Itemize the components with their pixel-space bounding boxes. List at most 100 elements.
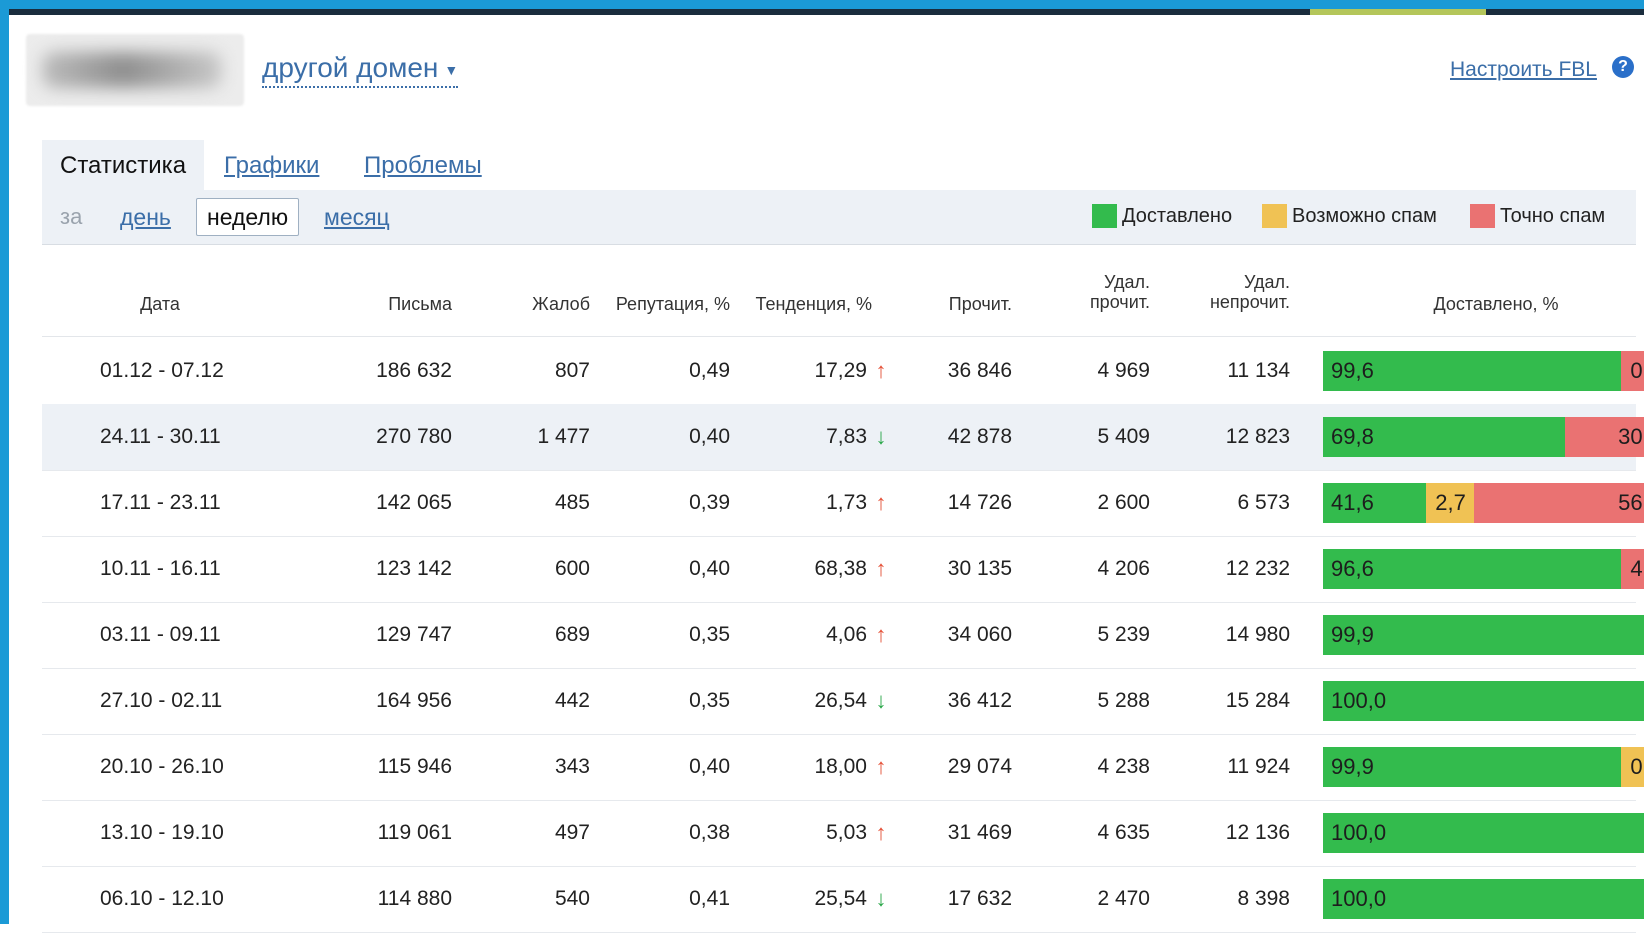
bar-segment-delivered-label: 69,8: [1331, 417, 1374, 457]
bar-segment-delivered: 96,6: [1323, 549, 1621, 589]
table-row[interactable]: 20.10 - 26.10115 9463430,4018,0029 0744 …: [42, 734, 1636, 801]
period-week[interactable]: неделю: [196, 198, 299, 236]
cell-read: 36 846: [902, 358, 1012, 384]
table-row[interactable]: 01.12 - 07.12186 6328070,4917,2936 8464 …: [42, 338, 1636, 405]
bar-segment-delivered-label: 41,6: [1331, 483, 1374, 523]
bar-segment-delivered: 100,0: [1323, 879, 1644, 919]
cell-trend: 26,54: [762, 688, 867, 714]
table-row[interactable]: 24.11 - 30.11270 7801 4770,407,8342 8785…: [42, 404, 1636, 471]
cell-letters: 123 142: [312, 556, 452, 582]
bar-segment-delivered-label: 99,9: [1331, 747, 1374, 787]
cell-deleted-unread: 11 134: [1162, 358, 1290, 384]
cell-read: 42 878: [902, 424, 1012, 450]
bar-segment-delivered-label: 100,0: [1331, 879, 1386, 919]
arrow-up-icon: ↑: [872, 358, 890, 384]
header-deleted-read-1: Удал.: [1032, 272, 1150, 292]
cell-letters: 114 880: [312, 886, 452, 912]
cell-reputation: 0,40: [602, 424, 730, 450]
window-frame-top: [0, 0, 1644, 9]
cell-trend: 7,83: [762, 424, 867, 450]
cell-date: 20.10 - 26.10: [100, 754, 220, 780]
domain-name-blurred-text: [42, 52, 222, 88]
bar-segment-delivered-label: 99,6: [1331, 351, 1374, 391]
header-reputation: Репутация, %: [602, 294, 730, 314]
period-day[interactable]: день: [120, 204, 171, 231]
cell-complaints: 540: [472, 886, 590, 912]
delivery-bar: 41,62,756,4: [1323, 483, 1644, 523]
cell-letters: 119 061: [312, 820, 452, 846]
configure-fbl-link[interactable]: Настроить FBL: [1450, 58, 1597, 82]
bar-segment-spam: 56,4: [1474, 483, 1644, 523]
cell-reputation: 0,41: [602, 886, 730, 912]
arrow-up-icon: ↑: [872, 490, 890, 516]
domain-dropdown[interactable]: другой домен▼: [262, 52, 458, 88]
delivery-bar: 99,9: [1323, 615, 1644, 655]
cell-complaints: 689: [472, 622, 590, 648]
bar-segment-maybe-spam-label: 0,2: [1630, 747, 1644, 787]
header-delivered: Доставлено, %: [1323, 294, 1644, 314]
cell-complaints: 343: [472, 754, 590, 780]
cell-read: 29 074: [902, 754, 1012, 780]
cell-deleted-unread: 12 823: [1162, 424, 1290, 450]
bar-segment-delivered: 99,9: [1323, 615, 1644, 655]
bar-segment-delivered: 100,0: [1323, 813, 1644, 853]
arrow-down-icon: ↓: [872, 424, 890, 450]
table-row[interactable]: 10.11 - 16.11123 1426000,4068,3830 1354 …: [42, 536, 1636, 603]
cell-trend: 5,03: [762, 820, 867, 846]
header-date: Дата: [100, 294, 220, 314]
arrow-up-icon: ↑: [872, 622, 890, 648]
arrow-up-icon: ↑: [872, 556, 890, 582]
top-bar-accent: [1310, 9, 1486, 15]
window-frame-left: [0, 0, 9, 924]
delivery-bar: 99,9 0,2: [1323, 747, 1644, 787]
help-icon[interactable]: ?: [1612, 56, 1634, 78]
cell-deleted-unread: 15 284: [1162, 688, 1290, 714]
cell-read: 36 412: [902, 688, 1012, 714]
delivery-bar: 100,0: [1323, 879, 1644, 919]
cell-trend: 18,00: [762, 754, 867, 780]
header-trend: Тенденция, %: [742, 294, 872, 314]
cell-deleted-unread: 11 924: [1162, 754, 1290, 780]
table-row[interactable]: 13.10 - 19.10119 0614970,385,0331 4694 6…: [42, 800, 1636, 867]
table-row[interactable]: 06.10 - 12.10114 8805400,4125,5417 6322 …: [42, 866, 1636, 933]
cell-trend: 4,06: [762, 622, 867, 648]
cell-deleted-read: 5 288: [1032, 688, 1150, 714]
tab-statistics[interactable]: Статистика: [42, 140, 204, 192]
header-complaints: Жалоб: [472, 294, 590, 314]
tab-problems[interactable]: Проблемы: [364, 140, 482, 192]
header-read: Прочит.: [902, 294, 1012, 314]
cell-complaints: 442: [472, 688, 590, 714]
table-row[interactable]: 03.11 - 09.11129 7476890,354,0634 0605 2…: [42, 602, 1636, 669]
cell-deleted-read: 2 600: [1032, 490, 1150, 516]
delivery-bar: 100,0: [1323, 813, 1644, 853]
cell-reputation: 0,38: [602, 820, 730, 846]
cell-reputation: 0,35: [602, 622, 730, 648]
header-deleted-read-2: прочит.: [1032, 292, 1150, 312]
cell-letters: 164 956: [312, 688, 452, 714]
cell-complaints: 807: [472, 358, 590, 384]
arrow-up-icon: ↑: [872, 820, 890, 846]
tab-charts[interactable]: Графики: [224, 140, 319, 192]
cell-letters: 142 065: [312, 490, 452, 516]
bar-segment-spam: 0,4: [1621, 351, 1644, 391]
cell-complaints: 485: [472, 490, 590, 516]
legend-spam: Точно спам: [1500, 205, 1605, 228]
cell-read: 34 060: [902, 622, 1012, 648]
bar-segment-delivered: 99,9: [1323, 747, 1621, 787]
table-header: Дата Письма Жалоб Репутация, % Тенденция…: [42, 262, 1636, 337]
cell-read: 17 632: [902, 886, 1012, 912]
table-row[interactable]: 27.10 - 02.11164 9564420,3526,5436 4125 …: [42, 668, 1636, 735]
cell-deleted-read: 4 635: [1032, 820, 1150, 846]
delivery-bar: 100,0: [1323, 681, 1644, 721]
bar-segment-spam-label: 30,2: [1618, 417, 1644, 457]
delivery-bar: 99,6 0,4: [1323, 351, 1644, 391]
cell-trend: 68,38: [762, 556, 867, 582]
legend-delivered: Доставлено: [1122, 205, 1232, 228]
table-row[interactable]: 17.11 - 23.11142 0654850,391,7314 7262 6…: [42, 470, 1636, 537]
period-month[interactable]: месяц: [324, 204, 390, 231]
arrow-up-icon: ↑: [872, 754, 890, 780]
cell-letters: 115 946: [312, 754, 452, 780]
cell-date: 17.11 - 23.11: [100, 490, 220, 516]
cell-letters: 129 747: [312, 622, 452, 648]
cell-deleted-read: 2 470: [1032, 886, 1150, 912]
